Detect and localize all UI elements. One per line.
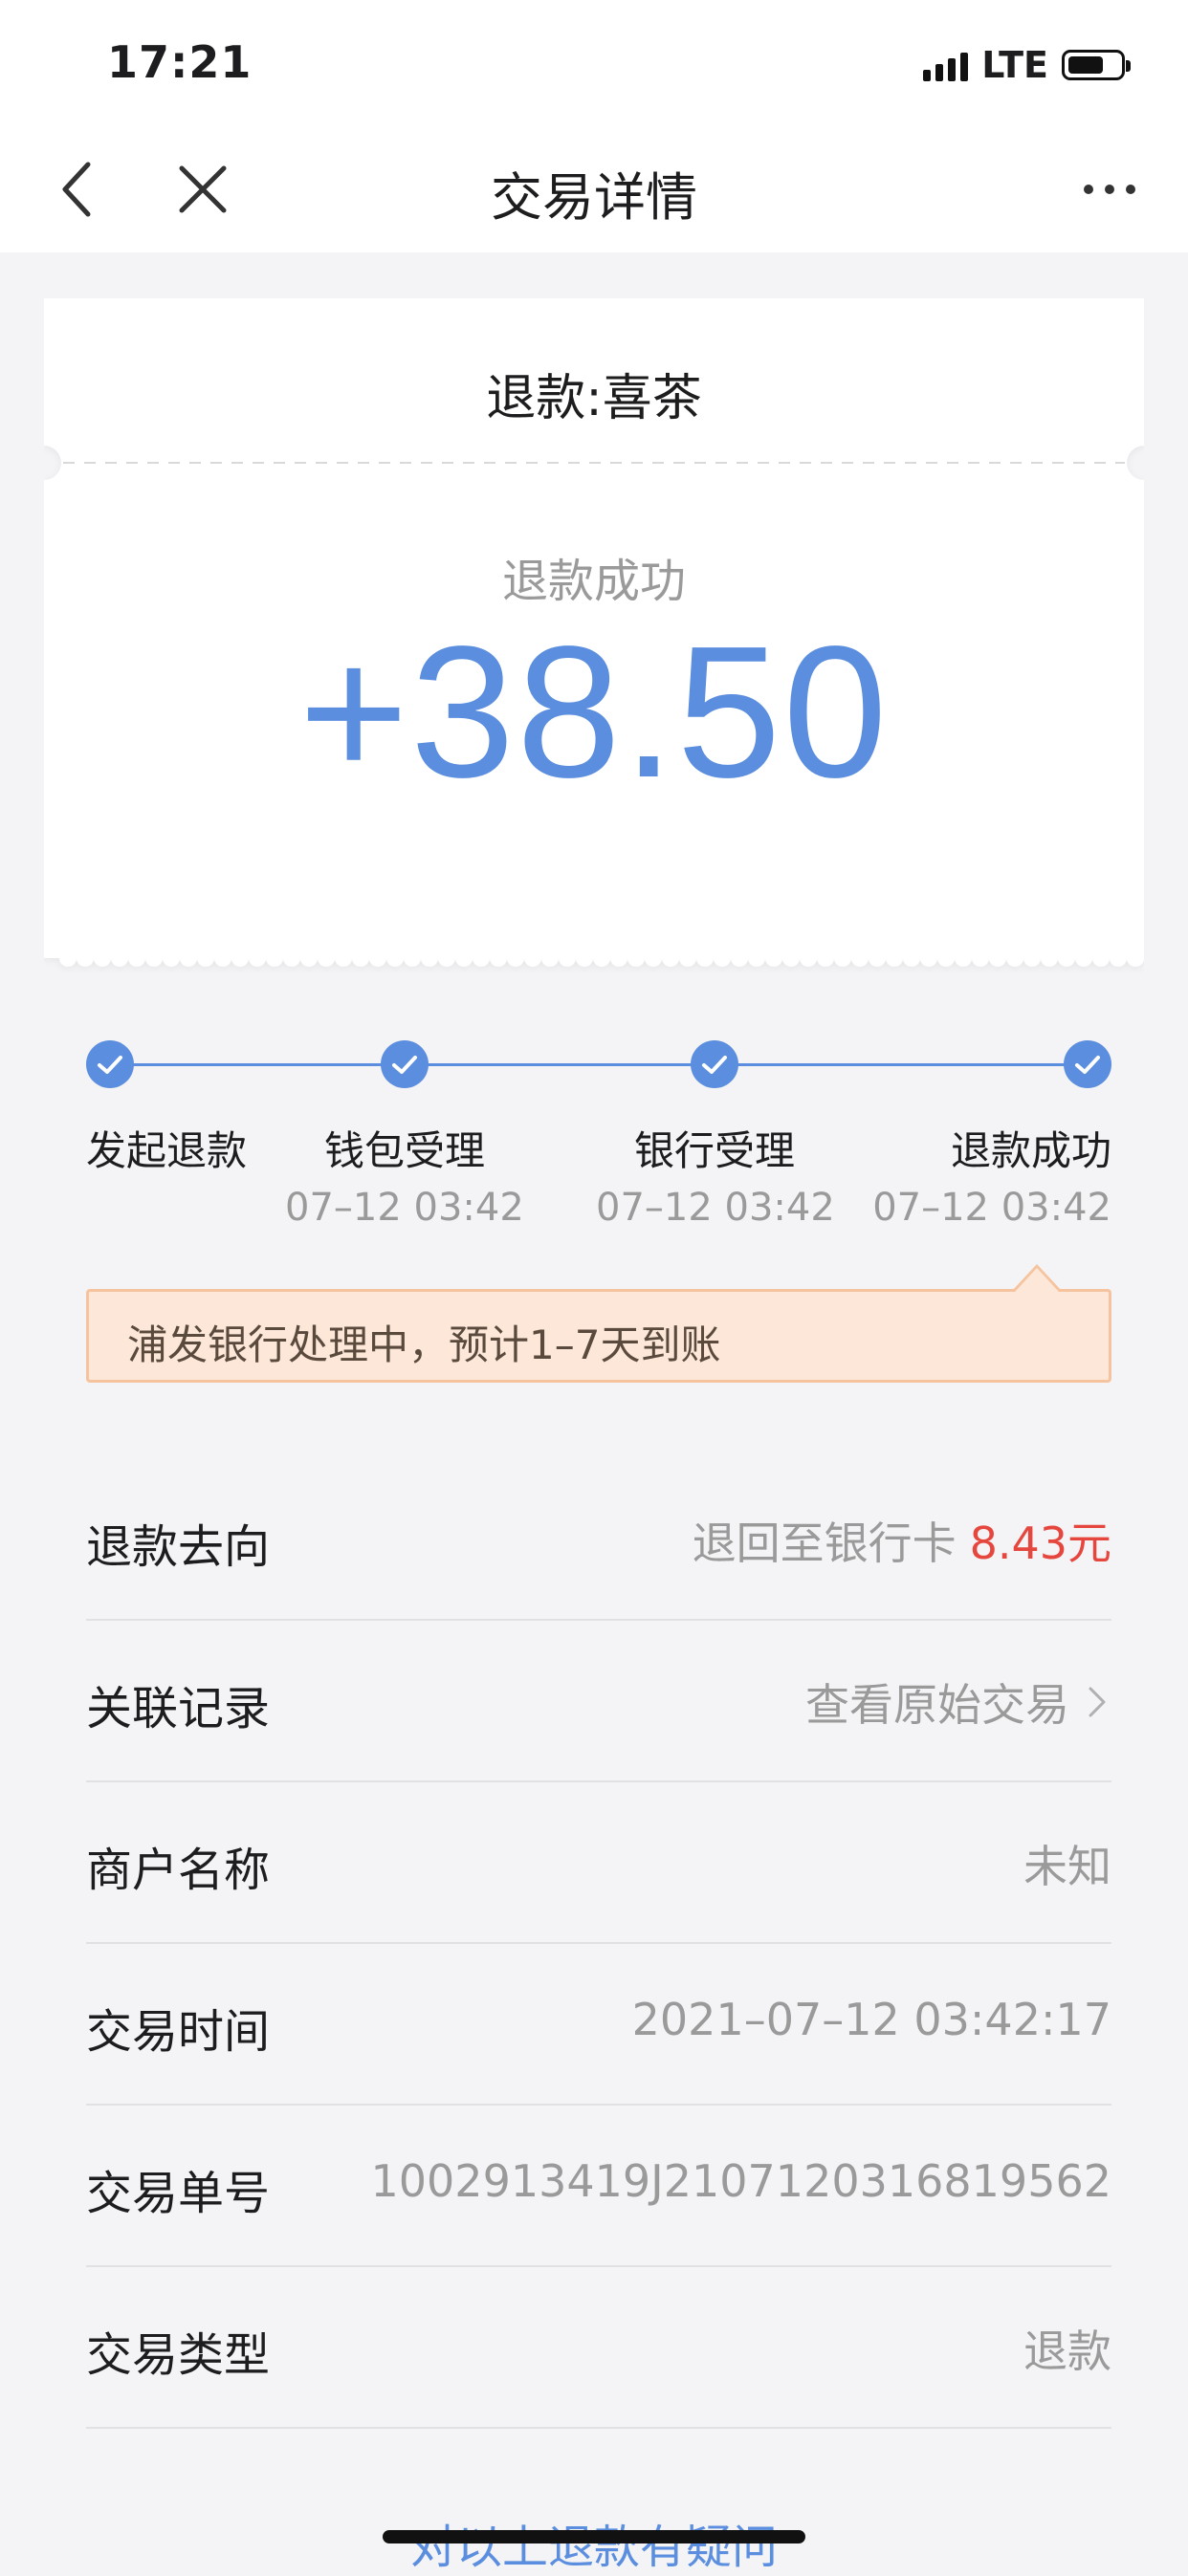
step-time: 07–12 03:42 [285, 1186, 524, 1230]
detail-row-related-record[interactable]: 关联记录 查看原始交易 [86, 1621, 1111, 1782]
notice-text: 浦发银行处理中，预计1–7天到账 [127, 1321, 721, 1368]
row-label: 交易单号 [86, 2167, 271, 2220]
row-label: 商户名称 [86, 1844, 271, 1897]
refund-amount: +38.50 [298, 607, 890, 817]
more-button[interactable] [1075, 155, 1144, 224]
step-check-icon [381, 1040, 429, 1088]
row-value: 未知 [1023, 1841, 1111, 1892]
row-label: 关联记录 [86, 1682, 271, 1736]
detail-row-refund-destination: 退款去向 退回至银行卡 8.43元 [86, 1459, 1111, 1621]
processing-notice: 浦发银行处理中，预计1–7天到账 [86, 1289, 1111, 1383]
transaction-details: 退款去向 退回至银行卡 8.43元 关联记录 查看原始交易 商户名称 未知 交易… [86, 1459, 1111, 2429]
row-label: 交易时间 [86, 2005, 271, 2059]
network-type: LTE [981, 44, 1048, 86]
refund-merchant-title: 退款:喜茶 [486, 370, 702, 427]
more-horizontal-icon [1084, 185, 1135, 194]
detail-row-merchant-name: 商户名称 未知 [86, 1782, 1111, 1944]
row-value: 1002913419J2107120316819562 [370, 2155, 1112, 2207]
page-title: 交易详情 [491, 167, 697, 228]
step-check-icon [1064, 1040, 1111, 1088]
signal-icon [923, 49, 969, 81]
home-indicator[interactable] [383, 2530, 805, 2543]
step-label: 退款成功 [950, 1127, 1111, 1174]
detail-row-transaction-type: 交易类型 退款 [86, 2267, 1111, 2429]
step-label: 银行受理 [634, 1127, 796, 1174]
view-original-transaction-link[interactable]: 查看原始交易 [805, 1670, 1111, 1734]
status-indicators: LTE [923, 38, 1131, 92]
row-label: 交易类型 [86, 2328, 271, 2382]
step-label: 钱包受理 [324, 1127, 486, 1174]
refund-progress: 发起退款 钱包受理 银行受理 退款成功 07–12 03:42 07–12 03… [0, 1035, 1188, 1245]
progress-line [109, 1063, 1087, 1066]
refund-card: 退款:喜茶 退款成功 +38.50 [44, 298, 1144, 973]
row-value: 退回至银行卡 8.43元 [693, 1509, 1111, 1572]
battery-icon [1062, 50, 1131, 80]
status-bar: 17:21 LTE [0, 0, 1188, 126]
step-time: 07–12 03:42 [596, 1186, 835, 1230]
refund-status-label: 退款成功 [501, 555, 686, 608]
detail-row-transaction-id: 交易单号 1002913419J2107120316819562 [86, 2106, 1111, 2267]
step-time: 07–12 03:42 [872, 1186, 1111, 1230]
row-value-text: 查看原始交易 [805, 1679, 1069, 1731]
row-value: 2021–07–12 03:42:17 [631, 1994, 1111, 2045]
status-time: 17:21 [107, 36, 253, 88]
refund-destination-amount: 8.43元 [969, 1517, 1111, 1569]
detail-row-transaction-time: 交易时间 2021–07–12 03:42:17 [86, 1944, 1111, 2106]
step-label: 发起退款 [86, 1127, 248, 1174]
row-label: 退款去向 [86, 1520, 271, 1574]
refund-destination-text: 退回至银行卡 [692, 1517, 957, 1569]
notice-pointer-fill [1015, 1268, 1059, 1292]
chevron-right-icon [1089, 1687, 1106, 1717]
step-check-icon [691, 1040, 738, 1088]
navigation-bar: 交易详情 [0, 126, 1188, 252]
battery-level [1068, 56, 1103, 74]
step-check-icon [86, 1040, 134, 1088]
row-value: 退款 [1023, 2325, 1111, 2377]
